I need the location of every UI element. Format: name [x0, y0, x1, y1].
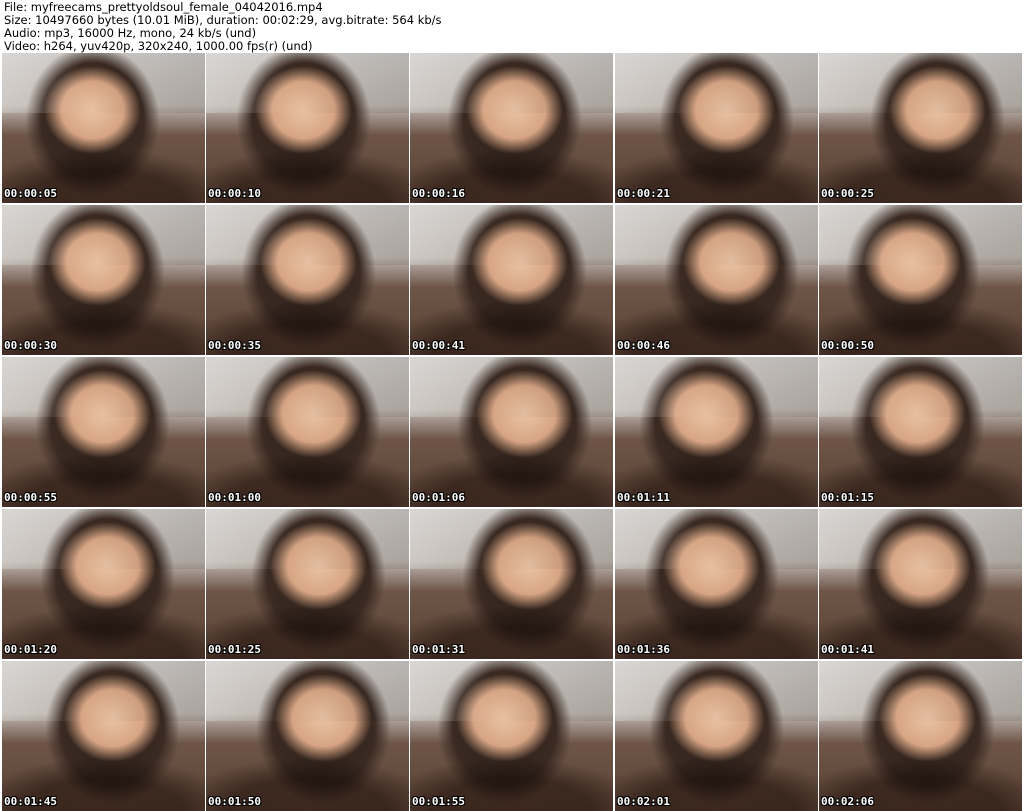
- thumbnail-timestamp: 00:01:31: [412, 643, 465, 656]
- thumbnail-timestamp: 00:00:35: [208, 339, 261, 352]
- thumbnail-timestamp: 00:01:15: [821, 491, 874, 504]
- thumbnail-timestamp: 00:00:05: [4, 187, 57, 200]
- video-thumbnail: 00:00:16: [410, 53, 613, 203]
- thumbnail-timestamp: 00:01:50: [208, 795, 261, 808]
- thumbnail-timestamp: 00:02:06: [821, 795, 874, 808]
- video-thumbnail: 00:01:36: [615, 509, 818, 659]
- video-thumbnail: 00:01:50: [206, 661, 409, 811]
- thumbnail-timestamp: 00:01:36: [617, 643, 670, 656]
- thumbnail-timestamp: 00:01:00: [208, 491, 261, 504]
- video-thumbnail: 00:00:50: [819, 205, 1022, 355]
- video-thumbnail: 00:01:41: [819, 509, 1022, 659]
- thumbnail-timestamp: 00:00:30: [4, 339, 57, 352]
- thumbnail-grid: 00:00:05 00:00:10 00:00:16 00:00:21 00:00:25…: [0, 53, 1024, 811]
- thumbnail-timestamp: 00:00:50: [821, 339, 874, 352]
- video-thumbnail: 00:01:20: [2, 509, 205, 659]
- video-thumbnail: 00:00:05: [2, 53, 205, 203]
- thumbnail-timestamp: 00:00:41: [412, 339, 465, 352]
- thumbnail-timestamp: 00:00:16: [412, 187, 465, 200]
- video-thumbnail: 00:01:45: [2, 661, 205, 811]
- video-thumbnail: 00:00:55: [2, 357, 205, 507]
- thumbnail-timestamp: 00:01:55: [412, 795, 465, 808]
- video-thumbnail: 00:01:06: [410, 357, 613, 507]
- thumbnail-timestamp: 00:00:55: [4, 491, 57, 504]
- thumbnail-timestamp: 00:01:45: [4, 795, 57, 808]
- thumbnail-timestamp: 00:00:21: [617, 187, 670, 200]
- thumbnail-timestamp: 00:01:11: [617, 491, 670, 504]
- video-thumbnail: 00:01:15: [819, 357, 1022, 507]
- thumbnail-timestamp: 00:01:20: [4, 643, 57, 656]
- video-thumbnail: 00:02:01: [615, 661, 818, 811]
- video-thumbnail: 00:00:25: [819, 53, 1022, 203]
- video-thumbnail: 00:01:00: [206, 357, 409, 507]
- video-thumbnail: 00:02:06: [819, 661, 1022, 811]
- video-thumbnail: 00:01:31: [410, 509, 613, 659]
- thumbnail-timestamp: 00:00:25: [821, 187, 874, 200]
- video-info-line: Video: h264, yuv420p, 320x240, 1000.00 f…: [4, 39, 313, 53]
- video-thumbnail: 00:00:10: [206, 53, 409, 203]
- video-thumbnail: 00:00:46: [615, 205, 818, 355]
- video-metadata: File: myfreecams_prettyoldsoul_female_04…: [4, 1, 442, 53]
- video-thumbnail: 00:00:41: [410, 205, 613, 355]
- thumbnail-timestamp: 00:01:06: [412, 491, 465, 504]
- video-thumbnail: 00:00:21: [615, 53, 818, 203]
- video-thumbnail: 00:01:25: [206, 509, 409, 659]
- video-thumbnail: 00:01:55: [410, 661, 613, 811]
- thumbnail-timestamp: 00:00:46: [617, 339, 670, 352]
- thumbnail-timestamp: 00:00:10: [208, 187, 261, 200]
- thumbnail-timestamp: 00:01:41: [821, 643, 874, 656]
- video-thumbnail: 00:00:35: [206, 205, 409, 355]
- video-thumbnail: 00:00:30: [2, 205, 205, 355]
- thumbnail-timestamp: 00:01:25: [208, 643, 261, 656]
- video-thumbnail: 00:01:11: [615, 357, 818, 507]
- thumbnail-timestamp: 00:02:01: [617, 795, 670, 808]
